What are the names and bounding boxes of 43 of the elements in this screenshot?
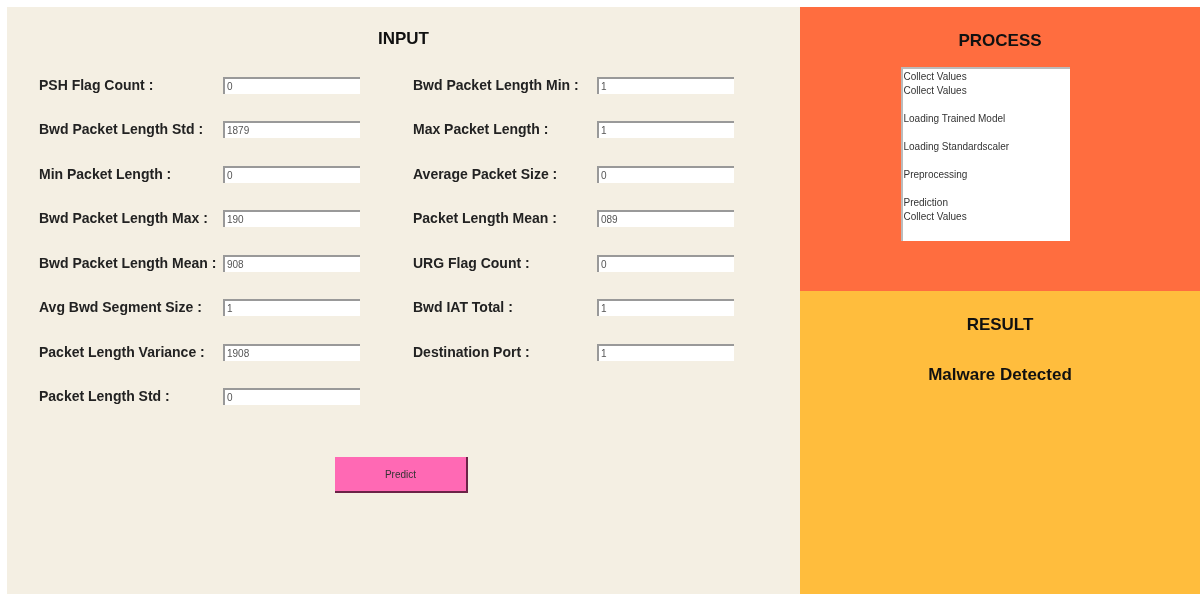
log-line: Collect Values xyxy=(903,83,968,98)
input-field[interactable]: 190 xyxy=(223,210,360,228)
log-listbox[interactable]: Collect Values Collect Values Loading Trained Model Loading Standardscaler Preprocessing Prediction Collect Values xyxy=(900,66,1070,241)
field-label: Max Packet Length : xyxy=(413,120,550,140)
panel-title: INPUT xyxy=(378,28,429,50)
input-field[interactable]: 0 xyxy=(223,76,360,94)
panel-title: PROCESS xyxy=(958,30,1042,52)
input-field[interactable]: 908 xyxy=(223,254,360,272)
input-field[interactable]: 0 xyxy=(597,254,734,272)
field-label: Avg Bwd Segment Size : xyxy=(39,298,203,318)
input-field[interactable]: 1879 xyxy=(223,121,360,139)
field-label: Packet Length Variance : xyxy=(39,342,206,362)
field-label: PSH Flag Count : xyxy=(39,75,155,95)
field-label: Min Packet Length : xyxy=(39,164,173,184)
input-field[interactable]: 0 xyxy=(597,165,734,183)
log-line: Preprocessing xyxy=(903,167,969,182)
log-line: Collect Values xyxy=(903,69,968,84)
field-label: URG Flag Count : xyxy=(413,253,531,273)
field-label: Packet Length Std : xyxy=(39,387,171,407)
field-label: Bwd Packet Length Max : xyxy=(39,209,209,229)
input-field[interactable]: 1 xyxy=(597,76,734,94)
input-field[interactable]: 1 xyxy=(597,299,734,317)
field-label: Bwd Packet Length Mean : xyxy=(39,253,218,273)
log-line: Prediction xyxy=(903,195,949,210)
result-message: Malware Detected xyxy=(928,363,1072,386)
input-field[interactable]: 1 xyxy=(597,343,734,361)
panel-title: RESULT xyxy=(966,314,1034,336)
log-line: Loading Standardscaler xyxy=(903,139,1011,154)
field-label: Bwd IAT Total : xyxy=(413,298,514,318)
input-field[interactable]: 1 xyxy=(223,299,360,317)
field-label: Destination Port : xyxy=(413,342,531,362)
input-field[interactable]: 0 xyxy=(223,388,360,406)
field-label: Bwd Packet Length Min : xyxy=(413,75,580,95)
input-field[interactable]: 0 xyxy=(223,165,360,183)
input-field[interactable]: 1908 xyxy=(223,343,360,361)
input-field[interactable]: 089 xyxy=(597,210,734,228)
field-label: Packet Length Mean : xyxy=(413,209,558,229)
log-line: Loading Trained Model xyxy=(903,111,1007,126)
input-field[interactable]: 1 xyxy=(597,121,734,139)
field-label: Average Packet Size : xyxy=(413,164,559,184)
predict-button[interactable]: Predict xyxy=(335,457,468,493)
log-line: Collect Values xyxy=(903,209,968,224)
field-label: Bwd Packet Length Std : xyxy=(39,120,205,140)
